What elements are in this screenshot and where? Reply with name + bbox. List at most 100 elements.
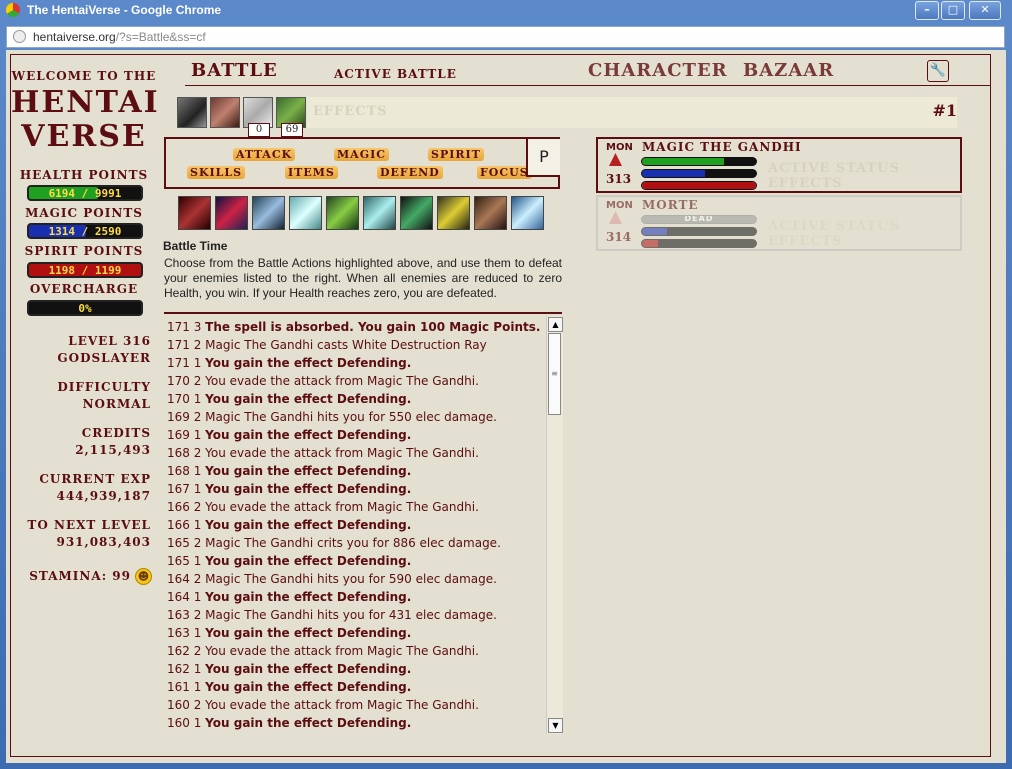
monster-sp-bar bbox=[641, 181, 757, 190]
log-entry: 163 2 Magic The Gandhi hits you for 431 … bbox=[167, 606, 539, 624]
log-entry-text: You gain the effect Defending. bbox=[205, 356, 412, 370]
log-entry-text: Magic The Gandhi hits you for 590 elec d… bbox=[205, 572, 497, 586]
log-entry-turn: 171 1 bbox=[167, 356, 206, 370]
log-scrollbar[interactable]: ▲ ≡ ▼ bbox=[546, 316, 563, 734]
log-entry: 171 1 You gain the effect Defending. bbox=[167, 354, 539, 372]
effects-label: EFFECTS bbox=[313, 104, 388, 119]
magic-bar: 1314 / 2590 bbox=[27, 223, 143, 239]
skill-6-icon[interactable] bbox=[363, 196, 396, 230]
skill-2-icon[interactable] bbox=[215, 196, 248, 230]
portrait-warrior[interactable] bbox=[177, 97, 207, 128]
scroll-thumb[interactable]: ≡ bbox=[548, 333, 561, 415]
log-entry-text: Magic The Gandhi crits you for 886 elec … bbox=[205, 536, 501, 550]
skill-10-icon[interactable] bbox=[511, 196, 544, 230]
log-entry-text: You evade the attack from Magic The Gand… bbox=[205, 446, 479, 460]
health-label: HEALTH POINTS bbox=[19, 168, 149, 182]
monster-name: MAGIC THE GANDHI bbox=[642, 140, 802, 154]
next-level-label: TO NEXT LEVEL bbox=[27, 518, 151, 532]
focus-button[interactable]: FOCUS bbox=[477, 166, 532, 179]
monster-emblem-icon bbox=[609, 153, 622, 166]
log-entry-turn: 165 1 bbox=[167, 554, 206, 568]
skill-3-icon[interactable] bbox=[252, 196, 285, 230]
scroll-up-arrow[interactable]: ▲ bbox=[548, 317, 563, 332]
log-entry-text: You gain the effect Defending. bbox=[205, 662, 412, 676]
close-button[interactable]: ✕ bbox=[969, 1, 1001, 20]
monster-status-effects: ACTIVE STATUS EFFECTS bbox=[768, 161, 900, 191]
welcome-text: WELCOME TO THE bbox=[11, 69, 157, 83]
log-entry-text: You gain the effect Defending. bbox=[205, 716, 412, 730]
logo-line2: VERSE bbox=[21, 119, 147, 154]
log-entry-text: You gain the effect Defending. bbox=[205, 482, 412, 496]
monster-status-effects: ACTIVE STATUS EFFECTS bbox=[768, 219, 900, 249]
monster-emblem-icon bbox=[609, 211, 622, 224]
url-text: hentaiverse.org/?s=Battle&ss=cf bbox=[33, 30, 206, 44]
log-entry: 160 2 You evade the attack from Magic Th… bbox=[167, 696, 539, 714]
next-level-value: 931,083,403 bbox=[56, 535, 151, 549]
log-entry-turn: 164 2 bbox=[167, 572, 206, 586]
settings-wrench-icon[interactable]: 🔧 bbox=[927, 60, 949, 82]
skill-5-icon[interactable] bbox=[326, 196, 359, 230]
overcharge-bar: 0% bbox=[27, 300, 143, 316]
magic-button[interactable]: MAGIC bbox=[334, 148, 390, 161]
log-entry-text: Magic The Gandhi casts White Destruction… bbox=[205, 338, 487, 352]
log-entry: 162 2 You evade the attack from Magic Th… bbox=[167, 642, 539, 660]
logo-line1: HENTAI bbox=[11, 85, 160, 120]
log-rows: 171 3 The spell is absorbed. You gain 10… bbox=[167, 318, 540, 732]
items-button[interactable]: ITEMS bbox=[285, 166, 338, 179]
stamina-text: STAMINA: 99 bbox=[29, 569, 131, 583]
log-entry-turn: 162 1 bbox=[167, 662, 206, 676]
spirit-label: SPIRIT POINTS bbox=[24, 244, 144, 258]
log-entry: 170 2 You evade the attack from Magic Th… bbox=[167, 372, 539, 390]
log-entry: 171 3 The spell is absorbed. You gain 10… bbox=[167, 318, 540, 336]
address-bar[interactable]: hentaiverse.org/?s=Battle&ss=cf bbox=[6, 26, 1005, 48]
skills-button[interactable]: SKILLS bbox=[187, 166, 246, 179]
monster-sp-bar bbox=[641, 239, 757, 248]
skill-9-icon[interactable] bbox=[474, 196, 507, 230]
spirit-bar: 1198 / 1199 bbox=[27, 262, 143, 278]
exp-label: CURRENT EXP bbox=[39, 472, 151, 486]
battle-actions: ATTACK MAGIC SPIRIT SKILLS ITEMS DEFEND … bbox=[164, 137, 560, 189]
log-entry: 161 1 You gain the effect Defending. bbox=[167, 678, 539, 696]
log-entry-text: You evade the attack from Magic The Gand… bbox=[205, 698, 479, 712]
level-line2: GODSLAYER bbox=[57, 351, 151, 365]
log-entry: 169 1 You gain the effect Defending. bbox=[167, 426, 539, 444]
monster-card[interactable]: MON 314 MORTE DEAD ACTIVE STATUS EFFECTS bbox=[596, 195, 962, 251]
chrome-icon bbox=[6, 3, 20, 17]
log-entry: 164 2 Magic The Gandhi hits you for 590 … bbox=[167, 570, 539, 588]
dead-label: DEAD bbox=[684, 215, 714, 223]
skill-1-icon[interactable] bbox=[178, 196, 211, 230]
smiley-icon: ☻ bbox=[135, 568, 152, 585]
nav-active-battle[interactable]: ACTIVE BATTLE bbox=[334, 67, 457, 81]
skill-7-icon[interactable] bbox=[400, 196, 433, 230]
difficulty-value: NORMAL bbox=[82, 397, 151, 411]
p-button[interactable]: P bbox=[526, 139, 560, 177]
log-entry: 167 1 You gain the effect Defending. bbox=[167, 480, 539, 498]
health-bar: 6194 / 9991 bbox=[27, 185, 143, 201]
log-entry-text: You gain the effect Defending. bbox=[205, 428, 412, 442]
skill-4-icon[interactable] bbox=[289, 196, 322, 230]
spirit-button[interactable]: SPIRIT bbox=[428, 148, 484, 161]
defend-button[interactable]: DEFEND bbox=[377, 166, 443, 179]
nav-character[interactable]: CHARACTER bbox=[588, 60, 728, 81]
log-entry: 160 1 You gain the effect Defending. bbox=[167, 714, 539, 732]
log-entry: 164 1 You gain the effect Defending. bbox=[167, 588, 539, 606]
maximize-button[interactable]: □ bbox=[941, 1, 965, 20]
credits-label: CREDITS bbox=[81, 426, 151, 440]
scroll-down-arrow[interactable]: ▼ bbox=[548, 718, 563, 733]
counter-b: 69 bbox=[281, 123, 303, 137]
log-entry: 163 1 You gain the effect Defending. bbox=[167, 624, 539, 642]
skill-8-icon[interactable] bbox=[437, 196, 470, 230]
attack-button[interactable]: ATTACK bbox=[233, 148, 296, 161]
nav-battle[interactable]: BATTLE bbox=[191, 60, 278, 81]
monster-card[interactable]: MON 313 MAGIC THE GANDHI ACTIVE STATUS EFFE… bbox=[596, 137, 962, 193]
window-title: The HentaiVerse - Google Chrome bbox=[27, 3, 222, 17]
nav-bazaar[interactable]: BAZAAR bbox=[743, 60, 834, 81]
battle-log[interactable]: 171 3 The spell is absorbed. You gain 10… bbox=[164, 312, 563, 734]
portrait-rogue[interactable] bbox=[210, 97, 240, 128]
round-indicator: #1 bbox=[932, 101, 957, 120]
log-entry-text: You evade the attack from Magic The Gand… bbox=[205, 500, 479, 514]
minimize-button[interactable]: – bbox=[915, 1, 939, 20]
log-entry-turn: 171 2 bbox=[167, 338, 206, 352]
log-entry-turn: 169 1 bbox=[167, 428, 206, 442]
log-entry: 166 2 You evade the attack from Magic Th… bbox=[167, 498, 539, 516]
